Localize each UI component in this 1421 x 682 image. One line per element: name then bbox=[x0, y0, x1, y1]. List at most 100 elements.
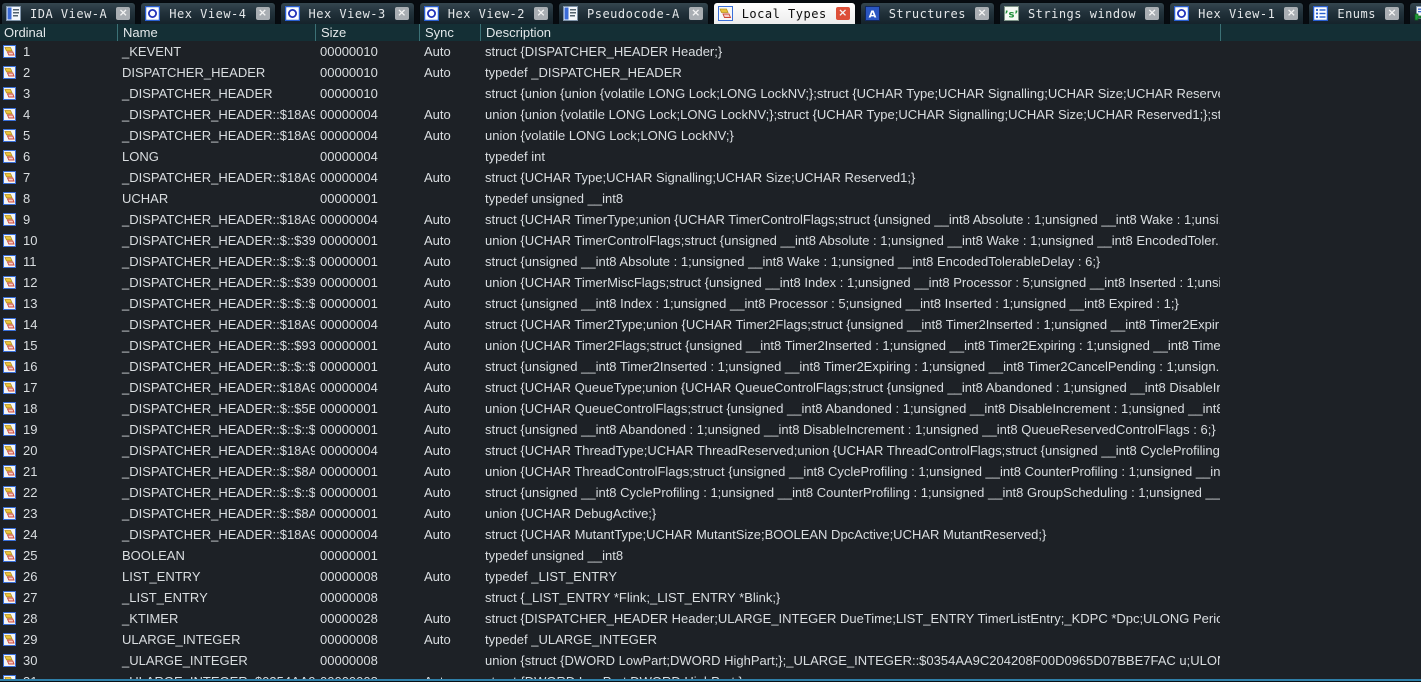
table-row[interactable]: 3 _DISPATCHER_HEADER 00000010 struct {union… bbox=[0, 83, 1421, 104]
cell-sync: Auto bbox=[424, 275, 451, 290]
cell-description: struct {unsigned __int8 Timer2Inserted :… bbox=[485, 359, 1220, 374]
cell-description: union {UCHAR TimerControlFlags;struct {u… bbox=[485, 233, 1220, 248]
cell-ordinal: 12 bbox=[0, 275, 117, 290]
column-header-description[interactable]: Description bbox=[480, 24, 1220, 41]
ordinal-value: 20 bbox=[23, 443, 38, 458]
cell-size: 00000001 bbox=[320, 401, 378, 416]
type-icon bbox=[3, 507, 16, 520]
tab-close-icon[interactable]: × bbox=[835, 7, 850, 20]
ordinal-value: 27 bbox=[23, 590, 38, 605]
table-row[interactable]: 2 DISPATCHER_HEADER 00000010 Auto typedef _D… bbox=[0, 62, 1421, 83]
table-row[interactable]: 13 _DISPATCHER_HEADER::$::$::$C... 0000000… bbox=[0, 293, 1421, 314]
cell-size: 00000004 bbox=[320, 170, 378, 185]
ordinal-value: 17 bbox=[23, 380, 38, 395]
tab-hex-view-4[interactable]: Hex View-4 × bbox=[140, 2, 276, 24]
tab-ida-view-a[interactable]: IDA View-A × bbox=[1, 2, 137, 24]
table-row[interactable]: 21 _DISPATCHER_HEADER::$::$8A... 00000001 A… bbox=[0, 461, 1421, 482]
table-row[interactable]: 5 _DISPATCHER_HEADER::$18A9... 00000004 Aut… bbox=[0, 125, 1421, 146]
type-icon bbox=[3, 66, 16, 79]
tab-hex-view-1[interactable]: Hex View-1 × bbox=[1169, 2, 1305, 24]
table-row[interactable]: 24 _DISPATCHER_HEADER::$18A9... 00000004 Au… bbox=[0, 524, 1421, 545]
cell-name: _DISPATCHER_HEADER::$::$391... bbox=[122, 233, 315, 248]
cell-ordinal: 18 bbox=[0, 401, 117, 416]
cell-ordinal: 15 bbox=[0, 338, 117, 353]
table-row[interactable]: 29 ULARGE_INTEGER 00000008 Auto typedef _ULA… bbox=[0, 629, 1421, 650]
pseudocode-icon bbox=[563, 6, 578, 21]
table-row[interactable]: 23 _DISPATCHER_HEADER::$::$8A... 00000001 A… bbox=[0, 503, 1421, 524]
cell-name: _KEVENT bbox=[122, 44, 182, 59]
column-header-name[interactable]: Name bbox=[117, 24, 315, 41]
cell-ordinal: 27 bbox=[0, 590, 117, 605]
table-row[interactable]: 27 _LIST_ENTRY 00000008 struct {_LIST_ENTRY… bbox=[0, 587, 1421, 608]
table-row[interactable]: 18 _DISPATCHER_HEADER::$::$5B... 00000001 A… bbox=[0, 398, 1421, 419]
tab-imports[interactable]: Imports× bbox=[1408, 2, 1421, 24]
column-header-sync[interactable]: Sync bbox=[419, 24, 480, 41]
cell-size: 00000004 bbox=[320, 317, 378, 332]
cell-size: 00000010 bbox=[320, 44, 378, 59]
tab-bar: IDA View-A × Hex View-4 × Hex View-3 × Hex Vie… bbox=[0, 0, 1421, 24]
tab-close-icon[interactable]: × bbox=[255, 7, 270, 20]
tab-close-icon[interactable]: × bbox=[974, 7, 989, 20]
table-row[interactable]: 25 BOOLEAN 00000001 typedef unsigned __int8 bbox=[0, 545, 1421, 566]
table-row[interactable]: 6 LONG 00000004 typedef int bbox=[0, 146, 1421, 167]
table-row[interactable]: 15 _DISPATCHER_HEADER::$::$938... 00000001… bbox=[0, 335, 1421, 356]
tab-enums[interactable]: Enums × bbox=[1308, 2, 1405, 24]
cell-size: 00000004 bbox=[320, 107, 378, 122]
table-row[interactable]: 17 _DISPATCHER_HEADER::$18A9... 00000004 Au… bbox=[0, 377, 1421, 398]
column-header-ordinal[interactable]: Ordinal bbox=[0, 24, 117, 41]
table-row[interactable]: 26 LIST_ENTRY 00000008 Auto typedef _LIST_EN… bbox=[0, 566, 1421, 587]
tab-close-icon[interactable]: × bbox=[534, 7, 548, 20]
tab-pseudocode-a[interactable]: Pseudocode-A × bbox=[558, 2, 709, 24]
table-row[interactable]: 16 _DISPATCHER_HEADER::$::$::$B... 0000000… bbox=[0, 356, 1421, 377]
ordinal-value: 2 bbox=[23, 65, 31, 80]
table-row[interactable]: 8 UCHAR 00000001 typedef unsigned __int8 bbox=[0, 188, 1421, 209]
tab-hex-view-3[interactable]: Hex View-3 × bbox=[279, 2, 415, 24]
tab-close-icon[interactable]: × bbox=[1145, 7, 1160, 20]
tab-close-icon[interactable]: × bbox=[688, 7, 703, 20]
cell-size: 00000001 bbox=[320, 506, 378, 521]
cell-ordinal: 13 bbox=[0, 296, 117, 311]
tab-hex-view-2[interactable]: Hex View-2 × bbox=[418, 2, 554, 24]
cell-sync: Auto bbox=[424, 65, 451, 80]
cell-name: _DISPATCHER_HEADER::$18A9... bbox=[122, 212, 315, 227]
cell-size: 00000028 bbox=[320, 611, 378, 626]
type-icon bbox=[3, 108, 16, 121]
ordinal-value: 21 bbox=[23, 464, 38, 479]
tab-local-types[interactable]: Local Types × bbox=[712, 2, 856, 24]
cell-description: struct {UCHAR QueueType;union {UCHAR Que… bbox=[485, 380, 1220, 395]
table-row[interactable]: 28 _KTIMER 00000028 Auto struct {DISPATCHER_… bbox=[0, 608, 1421, 629]
table-row[interactable]: 30 _ULARGE_INTEGER 00000008 union {struct {… bbox=[0, 650, 1421, 671]
table-row[interactable]: 14 _DISPATCHER_HEADER::$18A9... 00000004 Au… bbox=[0, 314, 1421, 335]
type-icon bbox=[3, 297, 16, 310]
tab-structures[interactable]: A Structures × bbox=[859, 2, 995, 24]
svg-text:A: A bbox=[868, 10, 876, 21]
table-row[interactable]: 19 _DISPATCHER_HEADER::$::$::$1... 0000000… bbox=[0, 419, 1421, 440]
type-icon bbox=[3, 45, 16, 58]
cell-description: struct {UCHAR MutantType;UCHAR MutantSiz… bbox=[485, 527, 1047, 542]
cell-size: 00000004 bbox=[320, 149, 378, 164]
cell-sync: Auto bbox=[424, 233, 451, 248]
tab-close-icon[interactable]: × bbox=[116, 7, 131, 20]
table-row[interactable]: 7 _DISPATCHER_HEADER::$18A9... 00000004 Aut… bbox=[0, 167, 1421, 188]
table-row[interactable]: 11 _DISPATCHER_HEADER::$::$::$C... 0000000… bbox=[0, 251, 1421, 272]
column-header-size[interactable]: Size bbox=[315, 24, 419, 41]
table-row[interactable]: 10 _DISPATCHER_HEADER::$::$391... 00000001… bbox=[0, 230, 1421, 251]
ordinal-value: 11 bbox=[23, 254, 37, 269]
cell-sync: Auto bbox=[424, 212, 451, 227]
imports-icon bbox=[1414, 6, 1421, 21]
table-row[interactable]: 1 _KEVENT 00000010 Auto struct {DISPATCHER_H… bbox=[0, 41, 1421, 62]
table-row[interactable]: 4 _DISPATCHER_HEADER::$18A9... 00000004 Aut… bbox=[0, 104, 1421, 125]
cell-description: struct {UCHAR Type;UCHAR Signalling;UCHA… bbox=[485, 170, 916, 185]
table-row[interactable]: 12 _DISPATCHER_HEADER::$::$391... 00000001… bbox=[0, 272, 1421, 293]
tab-close-icon[interactable]: × bbox=[1284, 7, 1299, 20]
ordinal-value: 30 bbox=[23, 653, 38, 668]
tab-close-icon[interactable]: × bbox=[394, 7, 409, 20]
table-row[interactable]: 9 _DISPATCHER_HEADER::$18A9... 00000004 Aut… bbox=[0, 209, 1421, 230]
table-row[interactable]: 20 _DISPATCHER_HEADER::$18A9... 00000004 Au… bbox=[0, 440, 1421, 461]
table-row[interactable]: 22 _DISPATCHER_HEADER::$::$::$6... 0000000… bbox=[0, 482, 1421, 503]
cell-size: 00000001 bbox=[320, 548, 378, 563]
cell-name: _DISPATCHER_HEADER::$18A9... bbox=[122, 128, 315, 143]
tab-strings-window[interactable]: ’s’ Strings window × bbox=[998, 2, 1166, 24]
cell-name: _DISPATCHER_HEADER::$18A9... bbox=[122, 380, 315, 395]
tab-close-icon[interactable]: × bbox=[1384, 7, 1399, 20]
